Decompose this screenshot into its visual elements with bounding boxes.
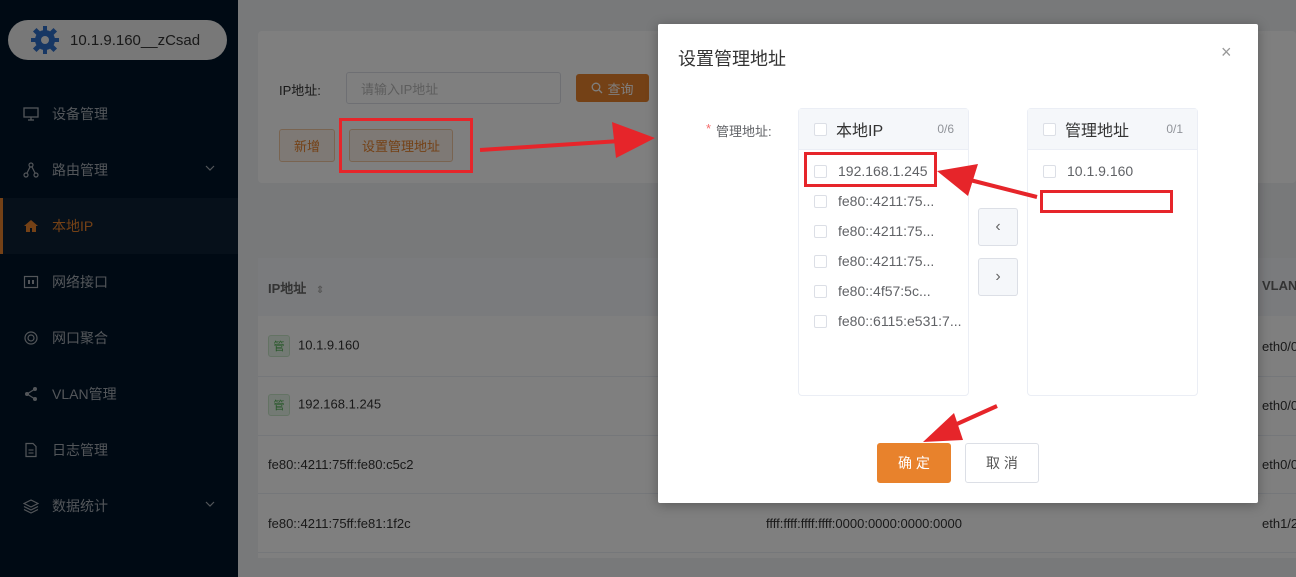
column-header-vlan: VLAN: [1262, 278, 1296, 293]
item-label: fe80::4211:75...: [838, 193, 935, 209]
panel-count: 0/1: [1166, 122, 1183, 136]
device-selector[interactable]: 10.1.9.160__zCsad: [8, 20, 227, 60]
list-item[interactable]: 192.168.1.245: [799, 156, 968, 186]
sidebar-item-label: 本地IP: [52, 218, 94, 234]
item-checkbox[interactable]: [814, 284, 827, 298]
home-icon: [22, 217, 40, 235]
item-label: 10.1.9.160: [1067, 163, 1134, 179]
management-address-panel-header: 管理地址 0/1: [1028, 109, 1197, 150]
sidebar-item-label: 网络接口: [52, 274, 108, 290]
list-item[interactable]: 10.1.9.160: [1028, 156, 1197, 186]
select-all-checkbox[interactable]: [1043, 122, 1056, 136]
list-item[interactable]: fe80::6115:e531:7...: [799, 306, 968, 336]
row-vlan: eth0/0: [1262, 339, 1296, 354]
row-vlan: eth1/2: [1262, 516, 1296, 531]
row-ip: fe80::4211:75ff:fe80:c5c2: [268, 457, 414, 472]
management-address-list: 10.1.9.160: [1028, 150, 1197, 186]
table-row: 管 192.168.1.245: [268, 394, 381, 416]
list-item[interactable]: fe80::4211:75...: [799, 186, 968, 216]
item-label: fe80::4211:75...: [838, 223, 935, 239]
sidebar-item-label: 路由管理: [52, 162, 108, 178]
row-ip: 192.168.1.245: [298, 396, 382, 412]
panel-count: 0/6: [937, 122, 954, 136]
local-ip-list: 192.168.1.245 fe80::4211:75... fe80::421…: [799, 150, 968, 336]
query-button[interactable]: 查询: [576, 74, 649, 102]
table-row-divider: [258, 552, 1296, 553]
route-icon: [22, 161, 40, 179]
column-header-ip[interactable]: IP地址 ⇕: [268, 278, 324, 297]
ip-address-input[interactable]: 请输入IP地址: [346, 72, 561, 104]
item-checkbox[interactable]: [814, 224, 827, 238]
monitor-icon: [22, 105, 40, 123]
management-tag: 管: [268, 335, 290, 357]
chevron-down-icon: [205, 165, 215, 171]
row-ip: 10.1.9.160: [298, 337, 360, 353]
sidebar-item-local-ip[interactable]: 本地IP: [0, 198, 238, 254]
sidebar-item-label: 设备管理: [52, 106, 108, 122]
sidebar-item-port-aggregation[interactable]: 网口聚合: [0, 310, 238, 366]
dialog-title: 设置管理地址: [678, 49, 786, 69]
search-icon: [592, 82, 603, 94]
share-icon: [22, 385, 40, 403]
row-vlan: eth0/0: [1262, 457, 1296, 472]
list-item[interactable]: fe80::4211:75...: [799, 246, 968, 276]
ip-address-label: IP地址:: [279, 83, 321, 98]
add-button[interactable]: 新增: [279, 129, 335, 162]
item-label: fe80::6115:e531:7...: [838, 313, 962, 329]
close-icon[interactable]: ×: [1221, 42, 1232, 63]
select-all-checkbox[interactable]: [814, 122, 827, 136]
item-label: fe80::4f57:5c...: [838, 283, 931, 299]
aggregate-icon: [22, 329, 40, 347]
row-mask: ffff:ffff:ffff:ffff:0000:0000:0000:0000: [766, 516, 962, 531]
document-icon: [22, 441, 40, 459]
layers-icon: [22, 497, 40, 515]
gear-icon: [31, 26, 59, 54]
item-checkbox[interactable]: [814, 314, 827, 328]
sidebar-item-route-management[interactable]: 路由管理: [0, 142, 238, 198]
sidebar-item-log-management[interactable]: 日志管理: [0, 422, 238, 478]
sidebar-item-data-statistics[interactable]: 数据统计: [0, 478, 238, 534]
management-address-label: 管理地址:: [716, 124, 772, 139]
local-ip-panel: 本地IP 0/6 192.168.1.245 fe80::4211:75... …: [798, 108, 969, 396]
sidebar-item-device-management[interactable]: 设备管理: [0, 86, 238, 142]
cancel-button[interactable]: 取 消: [965, 443, 1039, 483]
item-label: 192.168.1.245: [838, 163, 928, 179]
list-item[interactable]: fe80::4211:75...: [799, 216, 968, 246]
item-checkbox[interactable]: [1043, 164, 1056, 178]
row-vlan: eth0/0: [1262, 398, 1296, 413]
sidebar-item-label: 日志管理: [52, 442, 108, 458]
set-management-address-dialog: 设置管理地址 × * 管理地址: 本地IP 0/6 192.168.1.245 …: [658, 24, 1258, 503]
move-to-left-button[interactable]: ‹: [978, 208, 1018, 246]
device-name: 10.1.9.160__zCsad: [70, 31, 201, 49]
table-row: 管 10.1.9.160: [268, 335, 359, 357]
sidebar-item-label: 数据统计: [52, 498, 108, 514]
column-header-ip-label: IP地址: [268, 281, 307, 296]
sidebar-menu: 设备管理 路由管理 本地IP 网络接口 网口聚合 VLAN管理 日志管理 数据统…: [0, 86, 238, 534]
required-mark: *: [706, 121, 712, 136]
panel-title: 本地IP: [836, 123, 884, 140]
sidebar-item-label: 网口聚合: [52, 330, 108, 346]
sort-icon: ⇕: [315, 285, 325, 296]
query-button-label: 查询: [607, 81, 634, 97]
local-ip-panel-header: 本地IP 0/6: [799, 109, 968, 150]
item-label: fe80::4211:75...: [838, 253, 935, 269]
sidebar-item-network-interface[interactable]: 网络接口: [0, 254, 238, 310]
item-checkbox[interactable]: [814, 164, 827, 178]
interface-icon: [22, 273, 40, 291]
management-tag: 管: [268, 394, 290, 416]
set-management-address-button[interactable]: 设置管理地址: [349, 129, 453, 162]
list-item[interactable]: fe80::4f57:5c...: [799, 276, 968, 306]
item-checkbox[interactable]: [814, 194, 827, 208]
sidebar-item-vlan-management[interactable]: VLAN管理: [0, 366, 238, 422]
confirm-button[interactable]: 确 定: [877, 443, 951, 483]
row-ip: fe80::4211:75ff:fe81:1f2c: [268, 516, 411, 531]
panel-title: 管理地址: [1065, 123, 1130, 140]
sidebar: 10.1.9.160__zCsad 设备管理 路由管理 本地IP 网络接口 网口…: [0, 0, 238, 577]
chevron-down-icon: [205, 501, 215, 507]
item-checkbox[interactable]: [814, 254, 827, 268]
move-to-right-button[interactable]: ›: [978, 258, 1018, 296]
management-address-panel: 管理地址 0/1 10.1.9.160: [1027, 108, 1198, 396]
sidebar-item-label: VLAN管理: [52, 386, 117, 402]
